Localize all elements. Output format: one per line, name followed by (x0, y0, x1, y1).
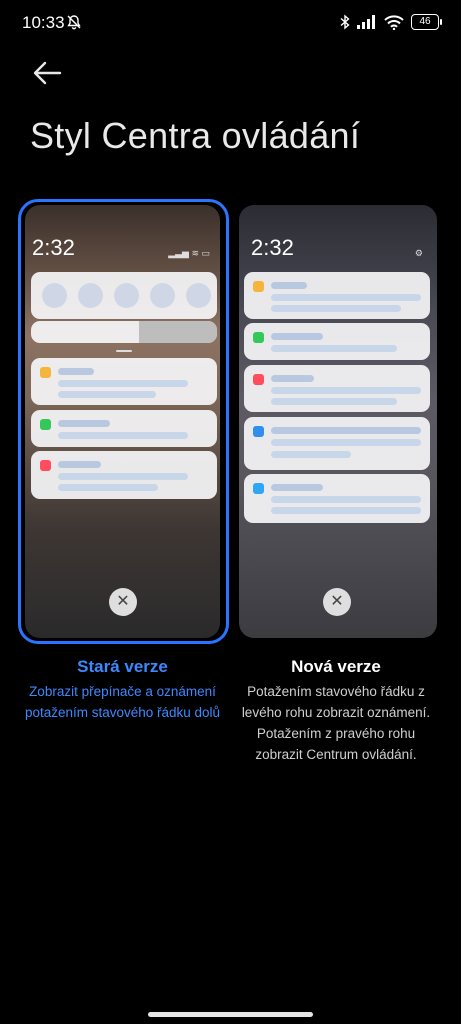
notification-card (31, 358, 217, 405)
battery-indicator: 46 (411, 14, 442, 30)
close-icon: ✕ (323, 588, 351, 616)
notification-card (244, 272, 430, 319)
notification-card (31, 410, 217, 447)
drag-handle (116, 350, 132, 352)
brightness-slider (31, 321, 217, 343)
home-indicator[interactable] (148, 1012, 313, 1017)
music-app-icon (40, 460, 51, 471)
notification-card (244, 365, 430, 412)
message-app-icon (40, 367, 51, 378)
option-old-preview[interactable]: 2:32 ▂▃▅ ≋ ▭ ✕ (25, 205, 220, 638)
option-old-label[interactable]: Stará verze Zobrazit přepínače a oznámen… (20, 657, 225, 723)
option-new-label[interactable]: Nová verze Potažením stavového řádku z l… (236, 657, 436, 765)
close-icon: ✕ (109, 588, 137, 616)
preview-settings-icon: ⚙ (414, 248, 423, 258)
bluetooth-icon (340, 14, 350, 30)
message-app-icon (253, 281, 264, 292)
wifi-icon (384, 14, 404, 30)
notification-card (31, 451, 217, 499)
back-arrow-icon[interactable] (30, 58, 64, 88)
option-new-preview[interactable]: 2:32 ⚙ ✕ (239, 205, 437, 638)
notification-card (244, 474, 430, 523)
page-title: Styl Centra ovládání (30, 115, 361, 156)
calendar-app-icon (253, 426, 264, 437)
signal-icon (357, 15, 375, 29)
preview-status-icons: ▂▃▅ ≋ ▭ (168, 248, 210, 258)
preview-time: 2:32 (32, 235, 75, 260)
notification-card (244, 323, 430, 360)
phone-app-icon (253, 332, 264, 343)
cloud-app-icon (253, 483, 264, 494)
option-old-description: Zobrazit přepínače a oznámení potažením … (24, 684, 221, 720)
notification-card (244, 417, 430, 470)
phone-app-icon (40, 419, 51, 430)
bell-muted-icon (67, 15, 81, 30)
status-time: 10:33 (22, 13, 65, 32)
option-new-description: Potažením stavového řádku z levého rohu … (241, 684, 431, 762)
option-new-title: Nová verze (291, 657, 381, 676)
preview-time: 2:32 (251, 235, 294, 260)
music-app-icon (253, 374, 264, 385)
option-old-title: Stará verze (77, 657, 168, 676)
quick-toggles-card (31, 272, 217, 319)
status-bar: 10:33 46 (0, 0, 461, 46)
